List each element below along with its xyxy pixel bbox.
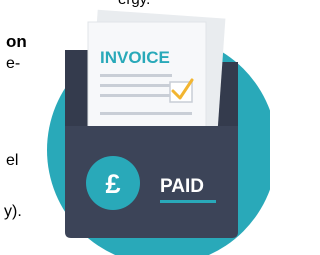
currency-symbol: £ xyxy=(105,169,120,199)
page: ergy. on e- el y). INVOICE £ PAID xyxy=(0,0,270,255)
paid-underline xyxy=(160,200,216,203)
paid-label: PAID xyxy=(160,176,204,197)
invoice-label: INVOICE xyxy=(100,48,170,67)
paid-invoice-illustration: INVOICE £ PAID xyxy=(47,9,270,255)
